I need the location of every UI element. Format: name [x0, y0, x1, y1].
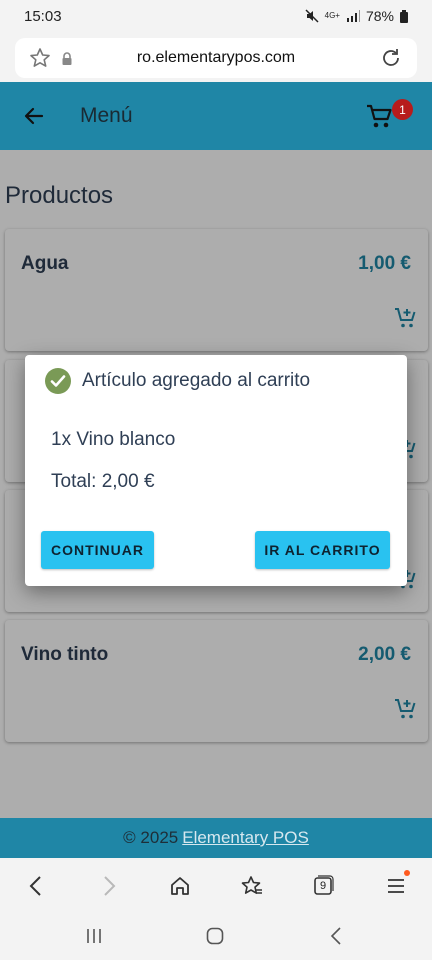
signal-icon — [346, 10, 360, 22]
menu-icon[interactable] — [382, 870, 410, 900]
home-icon[interactable] — [166, 872, 194, 900]
check-circle-icon — [44, 367, 72, 400]
dialog-item: 1x Vino blanco — [51, 429, 176, 450]
mute-icon — [305, 9, 319, 23]
browser-toolbar: ro.elementarypos.com — [0, 32, 432, 82]
cart-count-badge: 1 — [392, 99, 413, 120]
status-bar: 15:03 4G+ 78% — [0, 0, 432, 32]
footer-link[interactable]: Elementary POS — [182, 828, 309, 848]
recent-apps-icon[interactable] — [82, 924, 106, 948]
network-type: 4G+ — [324, 11, 340, 20]
url-text[interactable]: ro.elementarypos.com — [15, 49, 417, 67]
page-title: Menú — [80, 104, 133, 127]
shopping-cart-icon[interactable] — [366, 104, 394, 135]
home-button-icon[interactable] — [203, 924, 227, 948]
bookmarks-icon[interactable] — [238, 872, 266, 900]
browser-back-icon[interactable] — [22, 872, 50, 900]
arrow-left-icon[interactable] — [22, 104, 46, 133]
footer-copyright: © 2025 — [123, 828, 179, 847]
tabs-count: 9 — [319, 880, 327, 892]
dialog-total: Total: 2,00 € — [51, 471, 155, 492]
system-back-icon[interactable] — [324, 924, 348, 948]
battery-icon — [400, 9, 408, 23]
status-time: 15:03 — [24, 7, 62, 25]
added-to-cart-dialog: Artículo agregado al carrito 1x Vino bla… — [25, 355, 407, 586]
continue-button[interactable]: CONTINUAR — [41, 531, 154, 569]
dialog-title: Artículo agregado al carrito — [82, 370, 311, 391]
battery-level: 78% — [365, 8, 394, 24]
notification-dot — [404, 870, 410, 876]
tabs-icon[interactable]: 9 — [309, 872, 337, 900]
cart-button[interactable]: 1 — [366, 99, 414, 135]
url-bar[interactable]: ro.elementarypos.com — [15, 38, 417, 78]
system-nav-bar — [0, 912, 432, 960]
reload-icon[interactable] — [379, 46, 403, 75]
app-bar: Menú 1 — [0, 82, 432, 150]
browser-nav-bar: 9 — [0, 858, 432, 912]
footer: © 2025 Elementary POS — [0, 818, 432, 858]
status-icons: 4G+ 78% — [305, 8, 408, 24]
browser-forward-icon[interactable] — [95, 872, 123, 900]
go-to-cart-button[interactable]: IR AL CARRITO — [255, 531, 390, 569]
